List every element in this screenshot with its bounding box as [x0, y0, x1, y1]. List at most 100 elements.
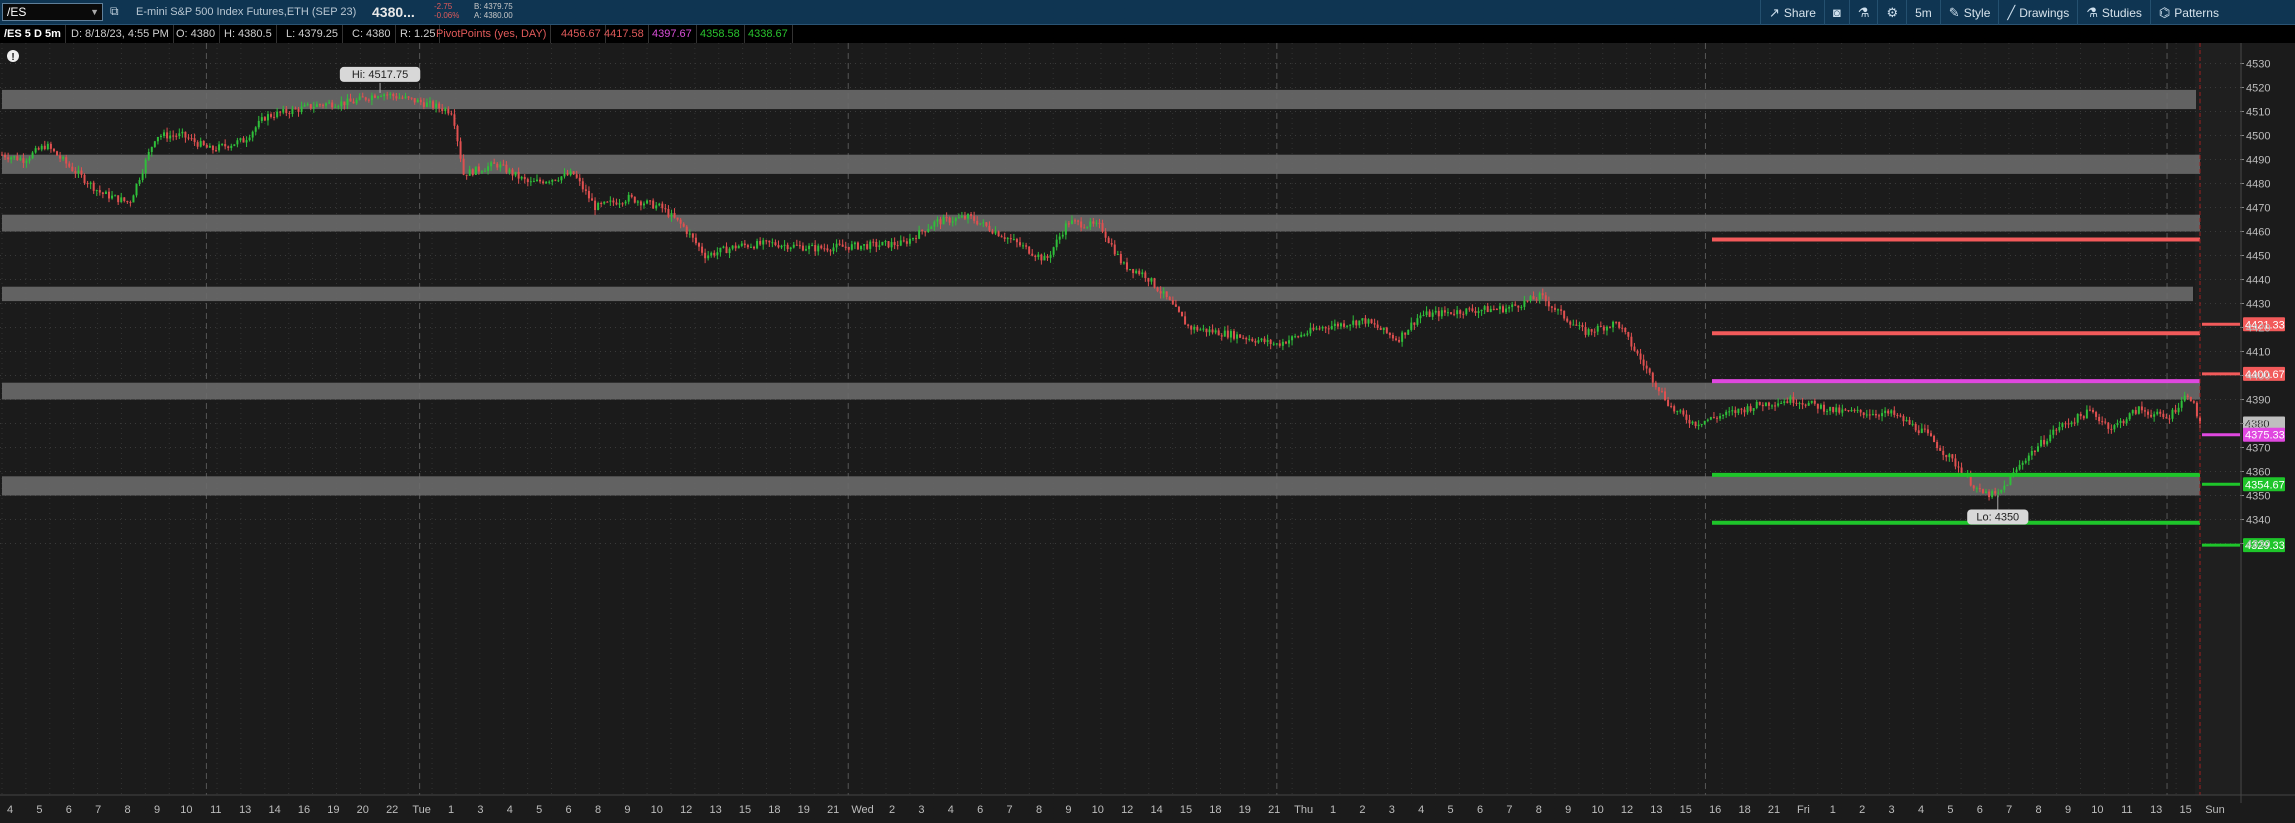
- candle-body: [2070, 422, 2073, 425]
- candle-body: [1291, 336, 1294, 341]
- candle-body: [1297, 336, 1300, 338]
- candle-body: [1581, 325, 1584, 327]
- snapshot-button[interactable]: ◙: [1823, 0, 1849, 25]
- candle-body: [2116, 422, 2119, 426]
- candle-body: [456, 125, 459, 142]
- study-value-pp: 4397.67: [648, 25, 697, 43]
- candle-body: [2186, 395, 2189, 397]
- style-button[interactable]: ✎ Style: [1939, 0, 1999, 25]
- candle-body: [1871, 413, 1874, 416]
- candle-body: [1560, 309, 1563, 311]
- x-tick-label: 13: [2150, 804, 2162, 816]
- candle-body: [395, 96, 398, 99]
- candle-body: [991, 230, 994, 234]
- candle-body: [2061, 423, 2064, 427]
- candle-body: [624, 201, 627, 204]
- candle-body: [367, 99, 370, 101]
- candle-body: [575, 174, 578, 178]
- candle-body: [618, 203, 621, 205]
- candle-body: [1486, 306, 1489, 313]
- candle-body: [2082, 416, 2085, 419]
- candle-body: [908, 238, 911, 244]
- price-chart[interactable]: 4421.334400.6743804375.334354.674329.334…: [0, 43, 2295, 823]
- candle-body: [856, 242, 859, 250]
- symbol-input[interactable]: /ES ▼: [2, 3, 103, 21]
- candle-body: [930, 226, 933, 230]
- candle-body: [43, 145, 46, 150]
- candle-body: [1553, 307, 1556, 310]
- candle-body: [202, 141, 205, 145]
- candle-body: [104, 191, 107, 194]
- chart-label[interactable]: /ES 5 D 5m: [0, 25, 66, 43]
- candle-body: [331, 102, 334, 108]
- candle-body: [1902, 416, 1905, 422]
- candle-body: [801, 245, 804, 251]
- candle-body: [1437, 310, 1440, 317]
- candle-body: [1911, 423, 1914, 425]
- candle-body: [1275, 343, 1278, 345]
- candle-body: [1343, 323, 1346, 327]
- candle-body: [664, 208, 667, 210]
- candle-body: [123, 197, 126, 201]
- x-tick-label: 13: [239, 804, 251, 816]
- y-tick-label: 4380: [2246, 419, 2270, 431]
- candle-body: [52, 148, 55, 152]
- candle-body: [572, 171, 575, 175]
- candle-body: [1006, 238, 1009, 240]
- candle-body: [1318, 328, 1321, 330]
- candle-body: [1416, 318, 1419, 325]
- candle-body: [1954, 458, 1957, 467]
- candle-body: [1456, 310, 1459, 315]
- lab-button[interactable]: ⚗: [1848, 0, 1878, 25]
- candle-body: [1575, 324, 1578, 326]
- x-tick-label: 22: [386, 804, 398, 816]
- candle-body: [911, 238, 914, 240]
- candle-body: [1520, 306, 1523, 308]
- x-tick-label: 4: [948, 804, 954, 816]
- bar-open: O: 4380: [172, 25, 221, 43]
- candle-body: [1633, 346, 1636, 351]
- candle-body: [1743, 409, 1746, 413]
- candle-body: [2165, 417, 2168, 419]
- chevron-down-icon[interactable]: ▼: [90, 4, 99, 20]
- candle-body: [389, 93, 392, 95]
- candle-body: [370, 95, 373, 101]
- x-tick-label: 3: [477, 804, 483, 816]
- candle-body: [163, 132, 166, 136]
- candle-body: [1908, 419, 1911, 425]
- candle-body: [1251, 338, 1254, 342]
- candle-body: [1682, 410, 1685, 415]
- candle-body: [976, 220, 979, 225]
- link-icon[interactable]: ⧉: [110, 4, 119, 19]
- candle-body: [826, 248, 829, 251]
- drawings-button[interactable]: ╱ Drawings: [1998, 0, 2077, 25]
- candle-body: [1492, 308, 1495, 310]
- candle-body: [804, 249, 807, 251]
- candle-body: [1022, 245, 1025, 247]
- candle-body: [1887, 410, 1890, 414]
- share-icon: ↗: [1769, 4, 1780, 20]
- study-name[interactable]: PivotPoints (yes, DAY): [432, 25, 552, 43]
- x-tick-label: 18: [1738, 804, 1750, 816]
- candle-body: [1232, 331, 1235, 339]
- candle-body: [841, 244, 844, 247]
- candle-body: [808, 245, 811, 250]
- candle-body: [1862, 412, 1865, 416]
- candle-body: [1826, 410, 1829, 412]
- candle-body: [150, 146, 153, 152]
- candle-body: [1144, 272, 1147, 279]
- candle-body: [789, 247, 792, 250]
- candle-body: [1388, 332, 1391, 336]
- candle-body: [1792, 396, 1795, 403]
- timeframe-button[interactable]: 5m: [1906, 0, 1940, 25]
- candle-body: [83, 174, 86, 184]
- x-tick-label: 18: [768, 804, 780, 816]
- candle-body: [746, 245, 749, 248]
- candle-body: [597, 203, 600, 210]
- studies-button[interactable]: ⚗ Studies: [2077, 0, 2150, 25]
- style-icon: ✎: [1948, 4, 1960, 20]
- x-tick-label: 8: [595, 804, 601, 816]
- settings-button[interactable]: ⚙: [1877, 0, 1906, 25]
- share-button[interactable]: ↗ Share: [1760, 0, 1824, 25]
- patterns-button[interactable]: ⌬ Patterns: [2149, 0, 2227, 25]
